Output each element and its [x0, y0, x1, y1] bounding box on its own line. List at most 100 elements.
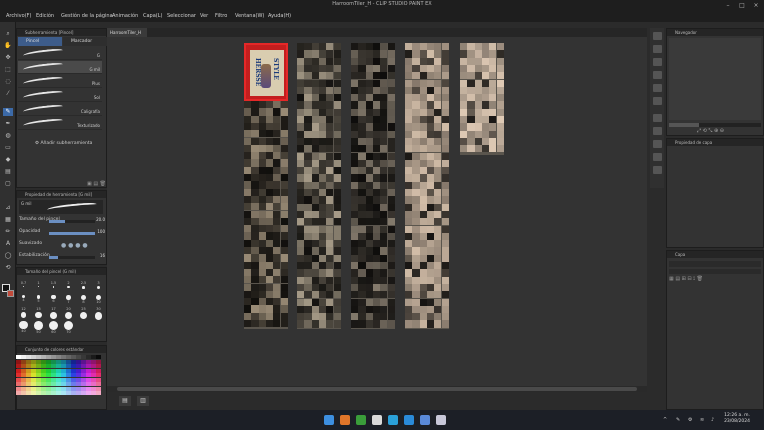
brush-size-option[interactable]: 6 — [46, 294, 61, 307]
color-swatch[interactable] — [96, 364, 101, 368]
menu-ayuda[interactable]: Ayuda(H) — [268, 13, 291, 19]
brush-size-option[interactable]: 5 — [31, 294, 46, 307]
smoothing-row[interactable]: Suavizado ● ● ● ● — [19, 241, 109, 249]
menu-edicion[interactable]: Edición — [36, 13, 54, 19]
brush-size-option[interactable]: 20 — [61, 307, 76, 320]
windows-start-icon[interactable] — [324, 415, 334, 425]
layer-tools-row[interactable]: ▦ ▤ ⊞ ⊟ ⟟ 🗑 — [669, 276, 761, 282]
brush-size-option[interactable]: 25 — [76, 307, 91, 320]
maximize-icon[interactable]: □ — [738, 2, 746, 9]
material-icon[interactable] — [653, 58, 662, 66]
brush-size-option[interactable]: 50 — [31, 320, 46, 334]
page-thumbnail-strip[interactable] — [460, 43, 504, 155]
brush-item-selected[interactable]: G mil — [18, 61, 102, 74]
cover-page[interactable]: HERSSE STYLE — [244, 43, 288, 101]
opacity-row[interactable]: Opacidad 100 — [19, 229, 109, 237]
page-thumbnail-strip[interactable] — [297, 43, 341, 329]
brush-size-option[interactable]: 17 — [46, 307, 61, 320]
menu-capa[interactable]: Capa(L) — [143, 13, 162, 19]
brush-size-option[interactable]: 30 — [91, 307, 106, 320]
edge-icon[interactable] — [404, 415, 414, 425]
text-icon[interactable]: A — [3, 240, 13, 248]
brush-size-option[interactable]: 0.7 — [16, 281, 31, 294]
brush-size-option[interactable]: 60 — [46, 320, 61, 334]
wifi-icon[interactable]: ≋ — [700, 417, 704, 423]
settings-icon[interactable] — [653, 166, 662, 174]
brave-icon[interactable] — [340, 415, 350, 425]
color-swatch[interactable] — [96, 373, 101, 377]
color-swatch[interactable] — [96, 386, 101, 391]
tray-network-icon[interactable]: ⚙ — [688, 417, 692, 423]
eraser-icon[interactable]: ▭ — [3, 144, 13, 152]
menu-ver[interactable]: Ver — [200, 13, 208, 19]
brush-item[interactable]: G — [18, 47, 102, 60]
discord-icon[interactable] — [420, 415, 430, 425]
clip-studio-icon[interactable] — [436, 415, 446, 425]
hand-icon[interactable]: ✋ — [3, 42, 13, 50]
timeline-icon[interactable] — [653, 140, 662, 148]
sub-view-icon[interactable] — [653, 71, 662, 79]
lasso-icon[interactable]: ◌ — [3, 78, 13, 86]
brush-size-option[interactable]: 4 — [16, 294, 31, 307]
move-icon[interactable]: ✥ — [3, 54, 13, 62]
animation-icon[interactable] — [653, 127, 662, 135]
horizontal-scrollbar[interactable] — [107, 386, 647, 392]
color-wheel-icon[interactable] — [653, 153, 662, 161]
correct-icon[interactable]: ⟲ — [3, 264, 13, 272]
brush-size-row[interactable]: Tamaño del pincel 20.0 — [19, 217, 109, 225]
history-icon[interactable] — [653, 97, 662, 105]
brush-size-option[interactable]: 3 — [91, 281, 106, 294]
brush-item[interactable]: Texturizado — [18, 117, 102, 130]
menu-seleccionar[interactable]: Seleccionar — [167, 13, 196, 19]
brush-item[interactable]: Plus — [18, 75, 102, 88]
xbox-icon[interactable] — [356, 415, 366, 425]
brush-size-option[interactable]: 40 — [16, 320, 31, 333]
layer-property-icon[interactable] — [653, 84, 662, 92]
zoom-icon[interactable]: ⌕ — [3, 30, 13, 38]
color-swatch[interactable] — [96, 368, 101, 373]
navigator-zoom-slider[interactable] — [669, 123, 761, 127]
smoothing-dots[interactable]: ● ● ● ● — [61, 242, 88, 249]
opacity-slider[interactable] — [49, 232, 95, 235]
page-view-icon[interactable]: ▤ — [119, 396, 131, 406]
stabilization-slider[interactable] — [49, 256, 95, 259]
color-swatch[interactable] — [96, 391, 101, 395]
brush-size-option[interactable]: 70 — [61, 320, 76, 334]
navigator-tools-icons[interactable]: ⤢ ⟲ ⤡ ⊕ ⊖ — [697, 128, 724, 134]
brush-item[interactable]: Caligrafía — [18, 103, 102, 116]
color-swatch[interactable] — [96, 382, 101, 386]
frame-icon[interactable]: ▦ — [3, 216, 13, 224]
brush-size-option[interactable]: 8 — [76, 294, 91, 307]
pen-icon[interactable]: ✒ — [3, 120, 13, 128]
brush-size-option[interactable]: 2 — [61, 281, 76, 294]
menu-animacion[interactable]: Animación — [112, 13, 138, 19]
gradient-icon[interactable]: ▤ — [3, 168, 13, 176]
brush-size-option[interactable]: 10 — [91, 294, 106, 307]
spread-view-icon[interactable]: ▥ — [137, 396, 149, 406]
steam-icon[interactable] — [388, 415, 398, 425]
brush-item[interactable]: Sol — [18, 89, 102, 102]
volume-icon[interactable]: ♪ — [711, 417, 714, 423]
menu-filtro[interactable]: Filtro — [215, 13, 227, 19]
layer-blend-row[interactable] — [669, 261, 761, 267]
close-icon[interactable]: × — [752, 2, 760, 9]
pencil-icon[interactable]: ✏ — [3, 228, 13, 236]
panel-footer-icons[interactable]: ▣ ▤ 🗑 — [87, 181, 106, 187]
add-subtool-button[interactable]: ⚙ Añadir subherramienta — [35, 141, 92, 146]
tray-icon[interactable]: ✎ — [676, 417, 680, 423]
brush-size-option[interactable]: 1.5 — [46, 281, 61, 294]
tab-marcador[interactable]: Marcador — [63, 37, 107, 46]
ruler-icon[interactable]: ⊿ — [3, 204, 13, 212]
sub-color-swatch[interactable] — [7, 290, 14, 297]
brush-size-option[interactable]: 1 — [31, 281, 46, 294]
airbrush-icon[interactable]: ◍ — [3, 132, 13, 140]
eyedropper-icon[interactable]: ⁄ — [3, 90, 13, 98]
minimize-icon[interactable]: – — [724, 2, 732, 9]
balloon-icon[interactable]: ◯ — [3, 252, 13, 260]
scroll-thumb[interactable] — [117, 387, 637, 391]
color-swatch[interactable] — [96, 359, 101, 364]
brush-size-option[interactable]: 7 — [61, 294, 76, 307]
brush-size-option[interactable]: 15 — [31, 307, 46, 320]
page-thumbnail-strip[interactable] — [351, 43, 395, 329]
file-explorer-icon[interactable] — [372, 415, 382, 425]
